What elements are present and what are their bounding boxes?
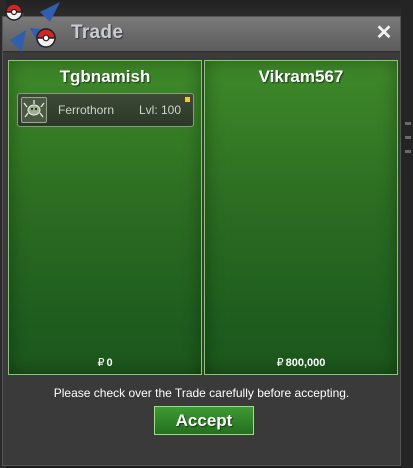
item-name: Ferrothorn bbox=[58, 103, 115, 117]
money-offer-right: ₽800,000 bbox=[205, 356, 397, 369]
trader-name-left: Tgbnamish bbox=[59, 67, 151, 86]
pokedollar-icon: ₽ bbox=[97, 357, 105, 369]
partner-offer-panel: Vikram567 ₽800,000 bbox=[204, 60, 398, 375]
item-level: Lvl: 100 bbox=[139, 103, 182, 117]
pokedollar-icon: ₽ bbox=[276, 357, 284, 369]
money-amount: 800,000 bbox=[285, 357, 326, 369]
trade-window: Trade ✕ Tgbnamish Ferrothorn Lvl: 100 ₽0 bbox=[2, 16, 401, 466]
my-offer-panel: Tgbnamish Ferrothorn Lvl: 100 ₽0 bbox=[8, 60, 202, 375]
close-icon: ✕ bbox=[375, 22, 393, 44]
background-right bbox=[401, 0, 413, 468]
money-amount: 0 bbox=[106, 357, 113, 369]
item-badge-icon bbox=[185, 97, 190, 102]
accept-button[interactable]: Accept bbox=[154, 406, 254, 435]
trade-notice: Please check over the Trade carefully be… bbox=[53, 386, 350, 400]
pokeball-logo-icon bbox=[5, 2, 60, 52]
scroll-tick bbox=[405, 122, 411, 125]
window-title: Trade bbox=[71, 22, 124, 43]
trader-name-right: Vikram567 bbox=[258, 67, 344, 86]
trade-item-slot[interactable]: Ferrothorn Lvl: 100 bbox=[17, 93, 194, 127]
ferrothorn-sprite-icon bbox=[21, 97, 47, 123]
close-button[interactable]: ✕ bbox=[374, 22, 394, 44]
scroll-tick bbox=[405, 136, 411, 139]
scroll-tick bbox=[405, 150, 411, 153]
money-offer-left[interactable]: ₽0 bbox=[9, 356, 201, 369]
